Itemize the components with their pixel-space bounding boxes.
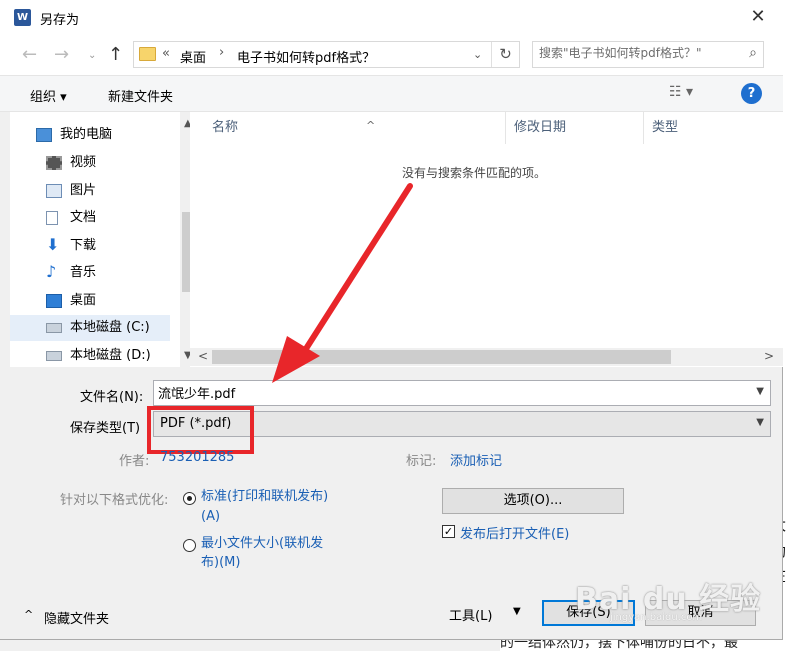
documents-icon (46, 211, 58, 225)
breadcrumb-folder[interactable]: 电子书如何转pdf格式？ (237, 47, 375, 66)
recent-locations-icon[interactable]: ⌄ (88, 50, 96, 61)
sidebar-item-desktop[interactable]: 桌面 (10, 288, 170, 314)
back-arrow-icon[interactable]: ← (22, 44, 37, 65)
empty-results-message: 没有与搜索条件匹配的项。 (402, 166, 547, 180)
baidu-watermark-url: jingyan.baidu.com (610, 612, 703, 623)
sidebar-item-label: 视频 (70, 155, 97, 170)
up-arrow-icon[interactable]: ↑ (108, 44, 123, 65)
sidebar-item-documents[interactable]: 文档 (10, 205, 170, 231)
folder-icon (139, 47, 156, 61)
tools-dropdown-icon[interactable]: ▼ (513, 606, 521, 617)
video-icon (46, 156, 62, 170)
word-app-icon: W (14, 9, 31, 26)
radio-minimum-size[interactable] (183, 539, 196, 552)
column-header-label: 修改日期 (514, 120, 567, 135)
address-bar[interactable]: « 桌面 › 电子书如何转pdf格式？ ⌄ ↻ (133, 41, 520, 68)
options-button[interactable]: 选项(O)... (442, 488, 624, 514)
tools-menu-button[interactable]: 工具(L) (449, 605, 492, 624)
breadcrumb-desktop[interactable]: 桌面 (180, 47, 206, 66)
column-header-label: 名称 (212, 120, 239, 135)
title-bar: W 另存为 ✕ (0, 0, 783, 34)
path-overflow-icon[interactable]: « (162, 46, 170, 61)
scroll-left-icon[interactable]: < (198, 349, 208, 363)
sidebar-item-label: 下载 (70, 238, 97, 253)
column-header-date[interactable]: 修改日期 (506, 112, 644, 144)
minimum-size-option-line1[interactable]: 最小文件大小(联机发 (201, 535, 323, 553)
author-value[interactable]: 753201285 (160, 450, 234, 465)
navigation-bar: ← → ⌄ ↑ « 桌面 › 电子书如何转pdf格式？ ⌄ ↻ ⌕ (0, 34, 783, 76)
horizontal-scrollbar[interactable]: < > (190, 348, 783, 366)
filename-label: 文件名(N): (80, 390, 144, 405)
hide-folders-button[interactable]: 隐藏文件夹 (44, 608, 109, 627)
open-after-publish-label[interactable]: 发布后打开文件(E) (460, 523, 569, 542)
author-label: 作者: (119, 454, 150, 469)
organize-menu-button[interactable]: 组织 ▾ (30, 86, 67, 105)
music-icon: ♪ (46, 262, 57, 281)
highlight-box (147, 406, 254, 454)
radio-standard[interactable] (183, 492, 196, 505)
pictures-icon (46, 184, 62, 198)
close-icon[interactable]: ✕ (743, 4, 773, 30)
scrollbar-thumb[interactable] (212, 350, 671, 364)
chevron-down-icon[interactable]: ▼ (756, 386, 764, 397)
column-header-label: 类型 (652, 120, 679, 135)
breadcrumb-separator-icon[interactable]: › (219, 45, 224, 60)
sidebar-item-music[interactable]: ♪ 音乐 (10, 260, 170, 286)
sidebar-item-label: 我的电脑 (60, 127, 113, 142)
refresh-icon[interactable]: ↻ (491, 42, 519, 67)
scroll-right-icon[interactable]: > (764, 349, 774, 363)
chevron-up-icon[interactable]: ^ (24, 608, 33, 621)
sidebar-item-label: 桌面 (70, 293, 97, 308)
save-as-dialog: W 另存为 ✕ ← → ⌄ ↑ « 桌面 › 电子书如何转pdf格式？ ⌄ ↻ … (0, 0, 783, 640)
sidebar-item-videos[interactable]: 视频 (10, 150, 170, 176)
window-title: 另存为 (40, 13, 80, 28)
chevron-down-icon[interactable]: ▼ (756, 417, 764, 428)
downloads-icon: ⬇ (46, 235, 60, 254)
search-input[interactable] (539, 46, 739, 60)
open-after-publish-checkbox[interactable]: ✓ (442, 525, 455, 538)
sidebar-item-drive-c[interactable]: 本地磁盘 (C:) (10, 315, 170, 341)
column-header-type[interactable]: 类型 (644, 112, 764, 144)
navigation-pane: 我的电脑 视频 图片 文档 ⬇ 下载 ♪ 音乐 桌面 本地磁盘 (C:) 本地磁… (10, 112, 198, 369)
desktop-icon (46, 294, 62, 308)
new-folder-button[interactable]: 新建文件夹 (108, 86, 173, 105)
optimize-label: 针对以下格式优化: (60, 493, 169, 508)
drive-icon (46, 323, 62, 333)
filename-field[interactable]: ▼ (153, 380, 771, 406)
tags-label: 标记: (406, 454, 437, 469)
column-header-name[interactable]: 名称 ^ (204, 112, 506, 144)
chevron-down-icon[interactable]: ⌄ (473, 48, 482, 61)
help-icon[interactable]: ? (741, 83, 762, 104)
sidebar-item-drive-d[interactable]: 本地磁盘 (D:) (10, 343, 170, 369)
sidebar-item-label: 文档 (70, 210, 97, 225)
view-options-icon[interactable]: ☷ ▾ (669, 84, 693, 100)
sidebar-item-label: 本地磁盘 (D:) (70, 348, 151, 363)
standard-option-line2[interactable]: (A) (201, 508, 220, 526)
sidebar-item-pictures[interactable]: 图片 (10, 178, 170, 204)
sidebar-item-label: 音乐 (70, 265, 97, 280)
search-icon[interactable]: ⌕ (749, 45, 757, 61)
standard-option-line1[interactable]: 标准(打印和联机发布) (201, 488, 328, 506)
drive-icon (46, 351, 62, 361)
sidebar-item-downloads[interactable]: ⬇ 下载 (10, 233, 170, 259)
filetype-label: 保存类型(T) (70, 421, 141, 436)
sidebar-item-this-pc[interactable]: 我的电脑 (10, 122, 170, 148)
sidebar-item-label: 图片 (70, 183, 97, 198)
add-tags-link[interactable]: 添加标记 (450, 450, 502, 469)
filename-input[interactable] (158, 385, 738, 400)
minimum-size-option-line2[interactable]: 布)(M) (201, 554, 240, 572)
file-list: 名称 ^ 修改日期 类型 没有与搜索条件匹配的项。 < > (190, 112, 783, 367)
sort-ascending-icon: ^ (366, 119, 376, 132)
sidebar-item-label: 本地磁盘 (C:) (70, 320, 150, 335)
command-toolbar: 组织 ▾ 新建文件夹 ☷ ▾ ? (0, 76, 783, 112)
computer-icon (36, 128, 52, 142)
search-box[interactable]: ⌕ (532, 41, 764, 68)
forward-arrow-icon[interactable]: → (54, 44, 69, 65)
